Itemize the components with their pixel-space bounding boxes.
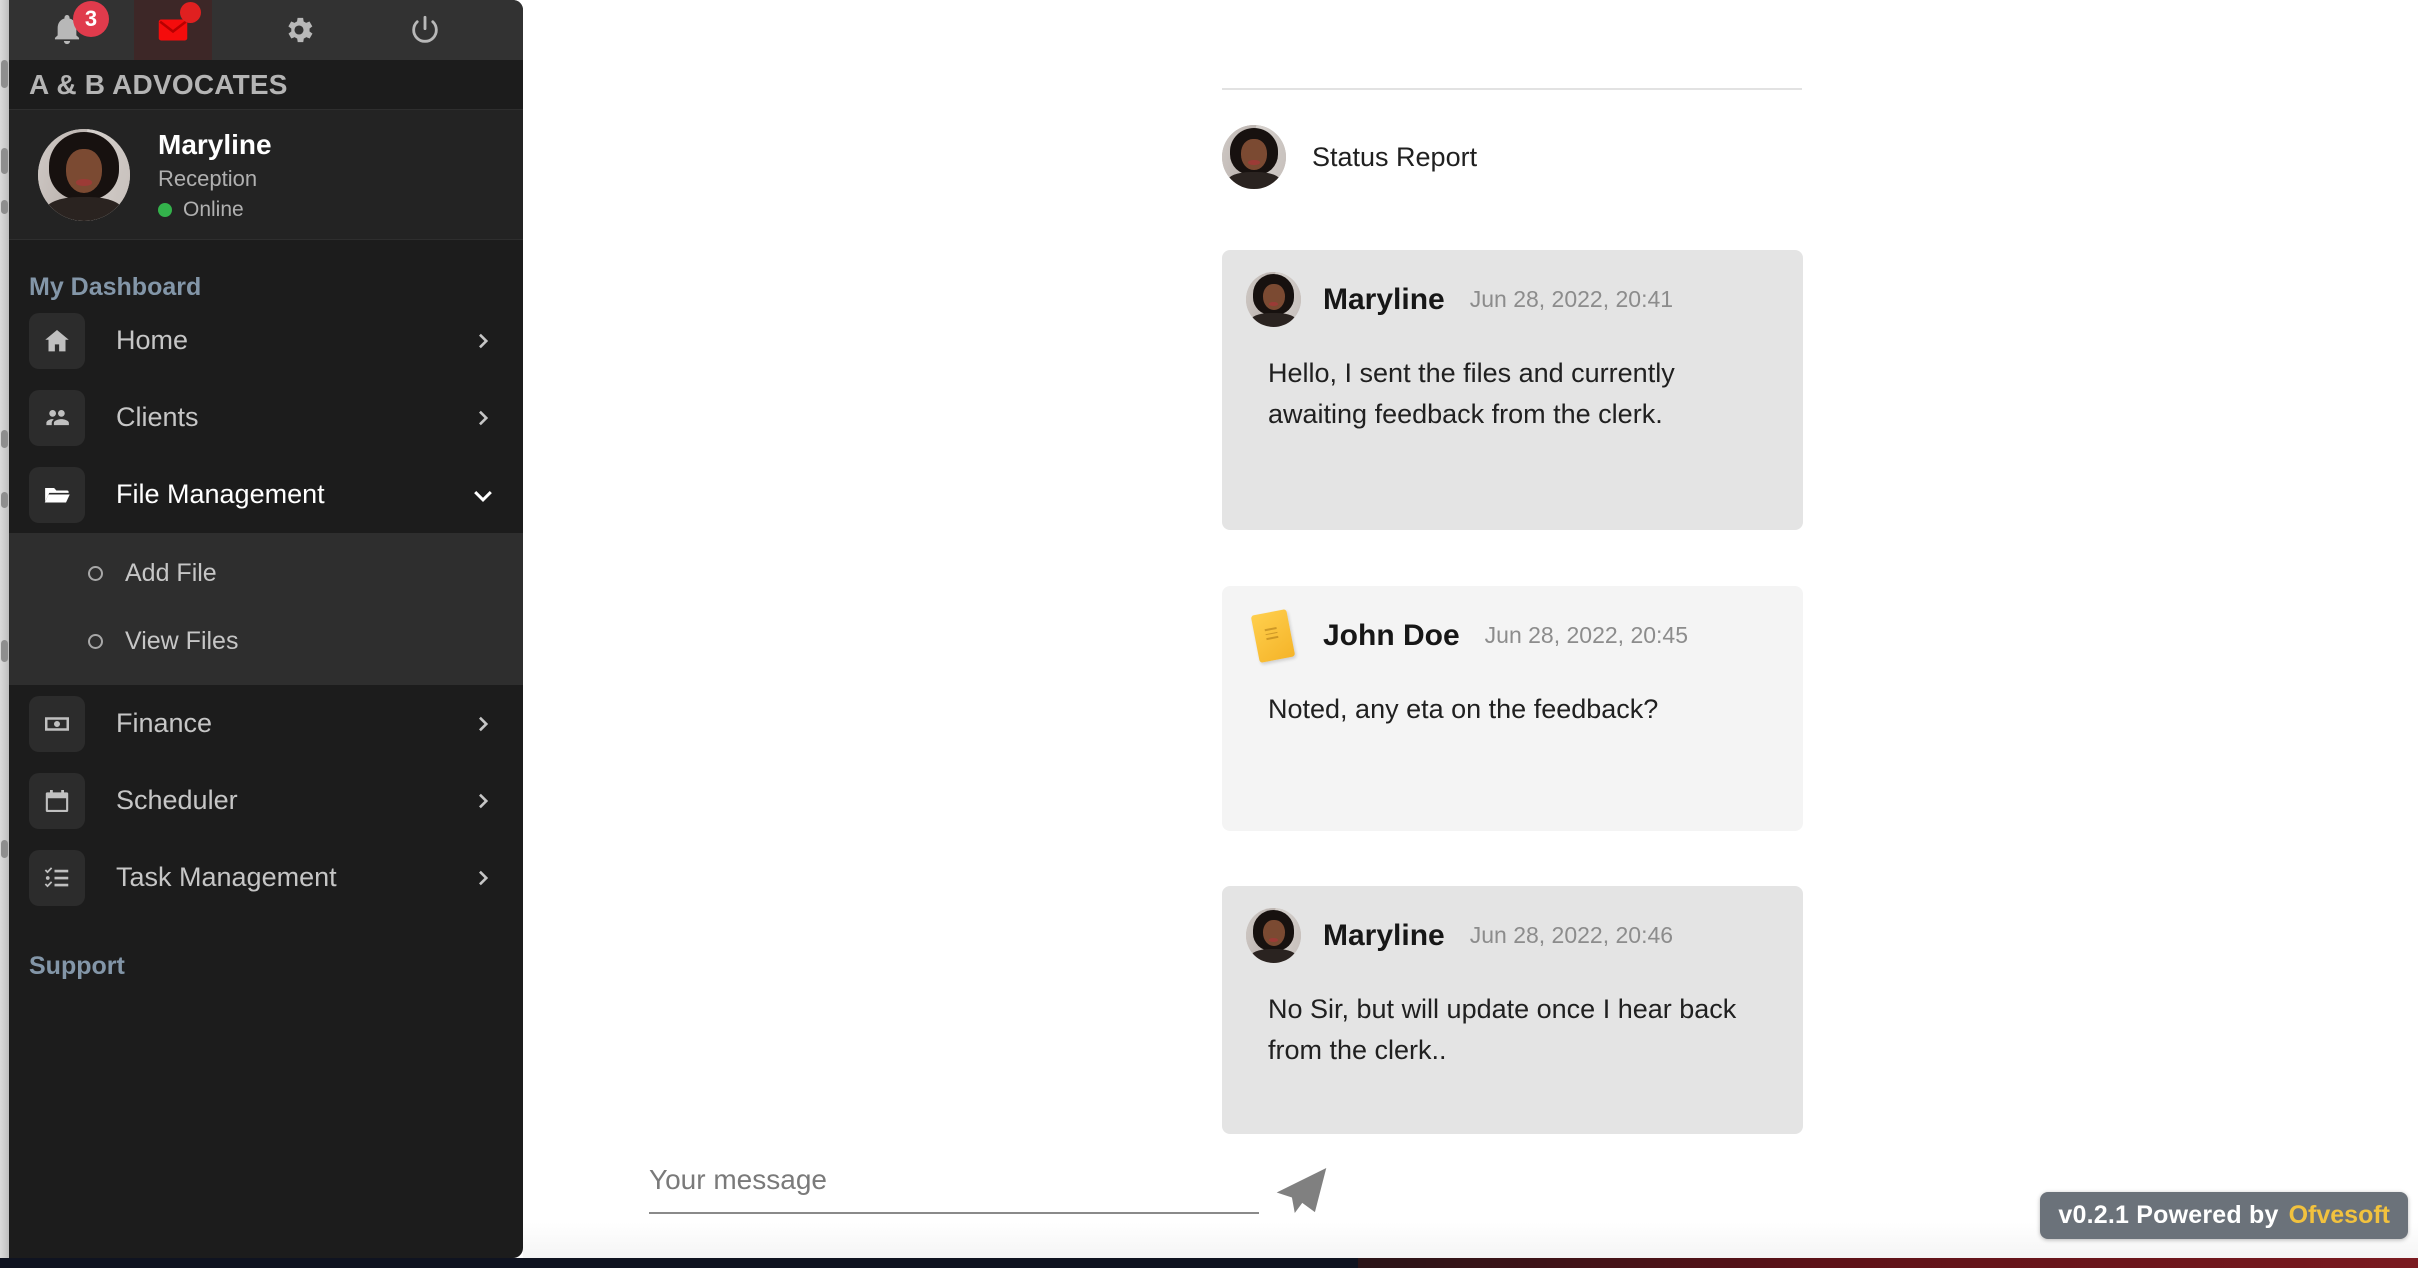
- people-icon: [29, 389, 85, 446]
- notification-count-badge: 3: [73, 1, 109, 37]
- mail-unread-dot: [180, 2, 201, 23]
- composer-field: [649, 1164, 1259, 1214]
- profile-card[interactable]: Maryline Reception Online: [0, 110, 523, 240]
- send-button[interactable]: [1265, 1154, 1339, 1228]
- send-paper-plane-icon: [1276, 1168, 1327, 1213]
- thread-header[interactable]: Status Report: [1222, 125, 1477, 189]
- message-timestamp: Jun 28, 2022, 20:45: [1484, 622, 1689, 648]
- sidebar-item-label: Finance: [116, 708, 213, 738]
- submenu-item-view-files[interactable]: View Files: [0, 607, 523, 675]
- watermark-version-text: v0.2.1 Powered by: [2058, 1201, 2279, 1229]
- message-bubble[interactable]: Maryline Jun 28, 2022, 20:46 No Sir, but…: [1222, 886, 1803, 1134]
- message-text: Noted, any eta on the feedback?: [1268, 694, 1659, 724]
- settings-button[interactable]: [260, 0, 338, 60]
- message-sender: John Doe: [1323, 618, 1460, 652]
- gear-icon: [288, 17, 313, 43]
- watermark-brand: Ofvesoft: [2288, 1201, 2390, 1229]
- scrollbar-thumb[interactable]: [1, 200, 8, 214]
- sidebar-item-label: Task Management: [116, 862, 337, 892]
- sidebar-item-label: Home: [116, 325, 189, 355]
- sidebar-item-task-management[interactable]: Task Management: [0, 839, 523, 916]
- submenu-item-label: View Files: [125, 626, 239, 655]
- file-management-submenu: Add File View Files: [0, 533, 523, 685]
- sidebar: 3 A & B ADVOCATES Maryline Reception Onl…: [0, 0, 523, 1258]
- message-sender: Maryline: [1323, 918, 1445, 952]
- chevron-right-icon: [471, 865, 497, 891]
- profile-meta: Maryline Reception Online: [158, 127, 272, 222]
- chat-panel: Status Report Maryline Jun 28, 2022, 20:…: [523, 0, 2418, 1268]
- calendar-icon: [29, 772, 85, 829]
- circle-bullet-icon: [88, 633, 103, 649]
- note-card-icon: [1246, 608, 1301, 663]
- chevron-right-icon: [471, 328, 497, 354]
- power-icon: [412, 15, 438, 43]
- scrollbar-thumb[interactable]: [1, 492, 8, 508]
- sidebar-item-label: Scheduler: [116, 785, 238, 815]
- sidebar-topbar: 3: [0, 0, 523, 60]
- brand-name: A & B ADVOCATES: [29, 68, 288, 100]
- folder-open-icon: [29, 466, 85, 523]
- thread-divider: [1222, 88, 1802, 90]
- power-button[interactable]: [386, 0, 464, 60]
- message-header: John Doe Jun 28, 2022, 20:45: [1246, 608, 1769, 663]
- sidebar-item-finance[interactable]: Finance: [0, 685, 523, 762]
- message-timestamp: Jun 28, 2022, 20:46: [1469, 922, 1674, 948]
- submenu-item-label: Add File: [125, 558, 217, 587]
- nav-section-support: Support: [29, 952, 125, 980]
- watermark-badge: v0.2.1 Powered by Ofvesoft: [2040, 1192, 2408, 1239]
- message-avatar: [1246, 272, 1301, 327]
- scrollbar-thumb[interactable]: [1, 640, 8, 662]
- app-root: 3 A & B ADVOCATES Maryline Reception Onl…: [0, 0, 2418, 1268]
- message-timestamp: Jun 28, 2022, 20:41: [1469, 286, 1674, 312]
- scrollbar-thumb[interactable]: [1, 148, 8, 174]
- message-header: Maryline Jun 28, 2022, 20:41: [1246, 272, 1769, 327]
- circle-bullet-icon: [88, 565, 103, 581]
- avatar: [38, 128, 130, 221]
- profile-name: Maryline: [158, 129, 272, 160]
- message-bubble[interactable]: Maryline Jun 28, 2022, 20:41 Hello, I se…: [1222, 250, 1803, 530]
- page-scrollbar[interactable]: [0, 0, 9, 1268]
- message-header: Maryline Jun 28, 2022, 20:46: [1246, 908, 1769, 963]
- scrollbar-thumb[interactable]: [1, 430, 8, 448]
- chevron-right-icon: [471, 788, 497, 814]
- thread-title: Status Report: [1312, 141, 1478, 172]
- nav-section-my-dashboard: My Dashboard: [29, 273, 202, 301]
- money-icon: [29, 695, 85, 752]
- message-input[interactable]: [649, 1164, 1259, 1214]
- home-icon: [29, 312, 85, 369]
- message-text: No Sir, but will update once I hear back…: [1268, 994, 1737, 1066]
- sidebar-item-clients[interactable]: Clients: [0, 379, 523, 456]
- submenu-item-add-file[interactable]: Add File: [0, 539, 523, 607]
- notifications-button[interactable]: 3: [28, 0, 109, 60]
- sidebar-item-file-management[interactable]: File Management: [0, 456, 523, 533]
- message-text: Hello, I sent the files and currently aw…: [1268, 358, 1675, 430]
- thread-avatar: [1222, 125, 1286, 189]
- sidebar-item-label: File Management: [116, 479, 325, 509]
- sidebar-item-scheduler[interactable]: Scheduler: [0, 762, 523, 839]
- message-bubble[interactable]: John Doe Jun 28, 2022, 20:45 Noted, any …: [1222, 586, 1803, 831]
- status-dot-icon: [158, 203, 172, 217]
- scrollbar-thumb[interactable]: [1, 840, 8, 858]
- scrollbar-thumb[interactable]: [1, 60, 8, 88]
- checklist-icon: [29, 849, 85, 906]
- message-sender: Maryline: [1323, 282, 1445, 316]
- message-avatar: [1246, 908, 1301, 963]
- bottom-edge-strip: [0, 1258, 2418, 1268]
- sidebar-item-home[interactable]: Home: [0, 302, 523, 379]
- status-badge: Online: [158, 198, 272, 222]
- status-label: Online: [183, 198, 244, 221]
- chevron-right-icon: [471, 405, 497, 431]
- bottom-edge-accent: [1358, 1258, 2418, 1268]
- chevron-right-icon: [471, 711, 497, 737]
- mail-button[interactable]: [134, 0, 212, 60]
- profile-role: Reception: [158, 166, 258, 191]
- chevron-down-icon: [469, 481, 497, 509]
- brand-bar: A & B ADVOCATES: [0, 60, 523, 110]
- sidebar-item-label: Clients: [116, 402, 199, 432]
